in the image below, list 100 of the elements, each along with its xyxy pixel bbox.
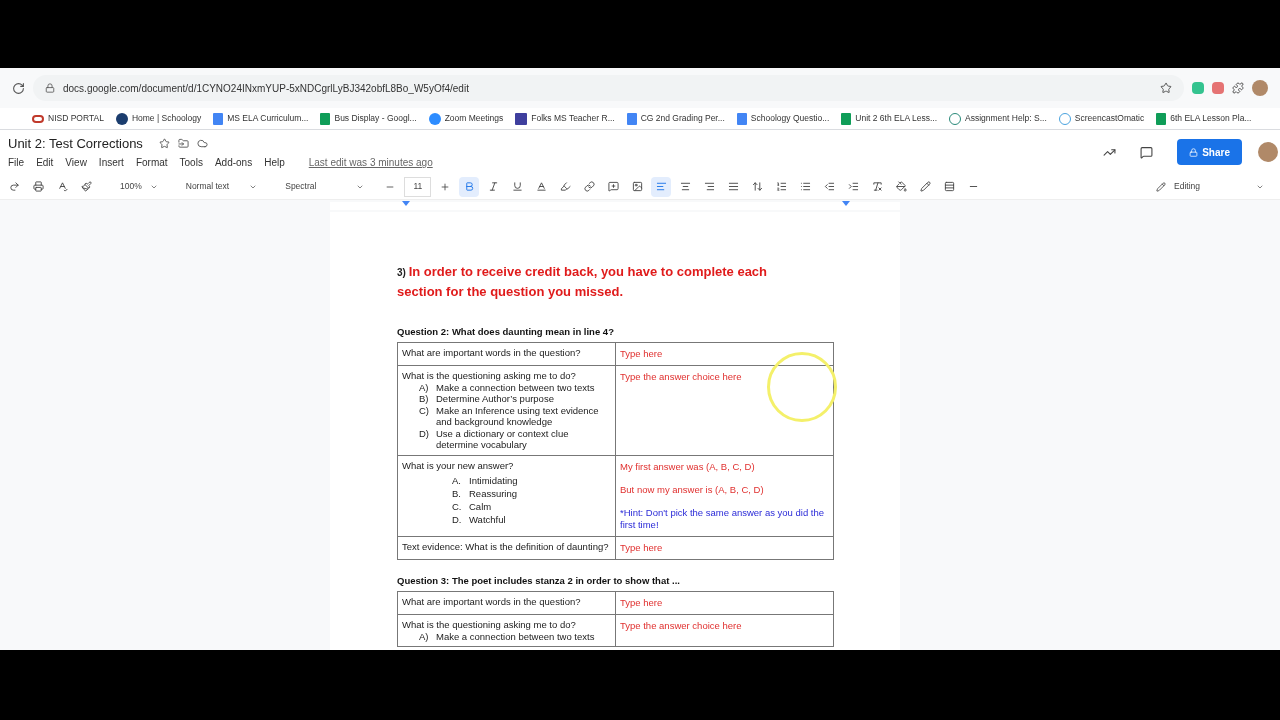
align-center-icon [679,181,691,192]
comment-icon[interactable] [1140,145,1154,159]
menu-item[interactable]: Insert [98,155,124,171]
avatar[interactable] [1258,142,1278,162]
move-folder-icon[interactable] [177,138,189,149]
answer-placeholder[interactable]: Type the answer choice here [620,620,829,632]
answer-placeholder[interactable]: My first answer was (A, B, C, D) [620,460,829,473]
document-icon [626,112,637,125]
bookmark-link[interactable]: Bus Display - Googl... [320,112,417,125]
menu-item[interactable]: Format [135,155,168,171]
answer-placeholder[interactable]: Type here [620,348,829,361]
document-icon [736,112,747,125]
extensions-icon[interactable] [1232,82,1244,94]
last-edit-link[interactable]: Last edit was 3 minutes ago [308,155,433,171]
link-icon [32,114,44,123]
answer-option: A. Intimidating [452,475,611,487]
bookmark-link[interactable]: ScreencastOmatic [1058,112,1145,125]
extension-icon[interactable] [1212,82,1224,94]
editing-mode-dropdown[interactable]: Editing [1156,180,1264,193]
fill-color-icon [895,181,907,192]
star-icon[interactable] [158,138,170,149]
bookmark-link[interactable]: Home | Schoology [115,112,202,125]
avatar[interactable] [1252,80,1268,96]
align-right-icon [703,181,715,192]
zoom-dropdown[interactable]: 100% [108,180,170,193]
cursor-highlight [767,352,837,422]
bookmark-link[interactable]: MS ELA Curriculum... [213,112,309,125]
numbered-list-icon [775,181,787,192]
border-color-icon [919,181,931,192]
increase-size-icon [440,181,451,192]
answer-placeholder[interactable]: Type the answer choice here [620,371,829,384]
bookmark-link[interactable]: Assignment Help: S... [949,112,1047,125]
bookmark-link[interactable]: 6th ELA Lesson Pla... [1156,112,1252,125]
bookmark-link[interactable]: Schoology Questio... [736,112,830,125]
question-prompt: What is the questioning asking me to do? [402,370,577,382]
link-icon [583,181,595,192]
pencil-icon [1156,181,1166,192]
bookmark-link[interactable]: Zoom Meetings [428,112,504,125]
font-dropdown[interactable]: Spectral [273,180,377,193]
cloud-icon [196,138,208,149]
align-left-button[interactable] [651,176,672,197]
bookmark-link[interactable]: NISD PORTAL [32,112,104,125]
bookmark-star-icon[interactable] [1160,82,1172,94]
question-prompt: Text evidence: What is the definition of daunting? [402,540,610,553]
answer-placeholder[interactable]: Type here [620,541,829,554]
image-icon [631,181,643,192]
answer-option: B) Determine Author’s purpose [419,393,611,405]
lock-icon [1189,147,1199,157]
document-title[interactable]: Unit 2: Test Corrections [8,133,143,154]
menu-item[interactable]: Add-ons [214,155,253,171]
menu-item[interactable]: File [8,155,25,171]
question-prompt: What is the questioning asking me to do? [402,619,577,631]
spreadsheet-icon [1156,112,1167,125]
spellcheck-icon [56,181,68,192]
answer-option: A) Make a connection between two texts [419,381,611,394]
menu-item[interactable]: Help [264,155,285,171]
border-width-icon [943,181,955,192]
print-icon [32,181,44,192]
spreadsheet-icon [320,112,331,125]
url-text: docs.google.com/document/d/1CYNO24INxmYUP-5xNDCgrlLyBJ342obfL8Bo_W5yOf4/edit [63,81,469,96]
question-prompt: What is your new answer? [402,459,515,472]
answer-option: C) Make an Inference using text evidence and background knowledge [419,404,611,428]
bookmark-link[interactable]: CG 2nd Grading Per... [626,112,725,125]
spreadsheet-icon [841,112,852,125]
style-dropdown[interactable]: Normal text [173,180,270,193]
italic-icon [487,181,499,192]
document-icon [213,112,224,125]
share-button[interactable]: Share [1177,139,1242,165]
instruction-text: 3) In order to receive credit back, you have to complete each section for the question you missed. [397,263,769,301]
answer-option: A) Make a connection between two texts [419,630,611,642]
answer-option: D) Use a dictionary or context clue determine vocabulary [419,427,611,451]
increase-indent-icon [847,181,859,192]
align-left-icon [655,181,667,192]
question-prompt: What are important words in the question? [402,347,582,359]
reload-icon[interactable] [12,81,25,95]
answer-placeholder[interactable]: But now my answer is (A, B, C, D) [620,483,829,496]
answer-placeholder[interactable]: Type here [620,597,829,609]
question-heading: Question 3: The poet includes stanza 2 in order to show that ... [397,573,681,588]
clear-formatting-icon [871,181,883,192]
add-comment-icon [607,181,619,192]
font-size-field[interactable]: 11 [404,176,432,197]
line-spacing-icon [751,181,763,192]
highlight-icon [559,181,571,192]
answer-option: D. Watchful [452,514,611,526]
bold-button[interactable] [459,176,480,197]
menu-item[interactable]: Tools [179,155,203,171]
bulleted-list-icon [799,181,811,192]
answer-option: C. Calm [452,501,611,513]
bookmark-link[interactable]: Unit 2 6th ELA Less... [841,112,937,125]
decrease-indent-icon [823,181,835,192]
question-heading: Question 2: What does daunting mean in line 4? [397,325,615,339]
menu-item[interactable]: View [65,155,87,171]
paint-format-icon [80,181,92,192]
bookmark-link[interactable]: Folks MS Teacher R... [515,112,615,125]
redo-icon [8,181,20,192]
address-bar[interactable]: docs.google.com/document/d/1CYNO24INxmYUP-5xNDCgrlLyBJ342obfL8Bo_W5yOf4/edit [33,75,1184,101]
extension-icon[interactable] [1192,82,1204,94]
text-color-icon [535,181,547,192]
answer-option: B. Reassuring [452,488,611,500]
menu-item[interactable]: Edit [36,155,54,171]
